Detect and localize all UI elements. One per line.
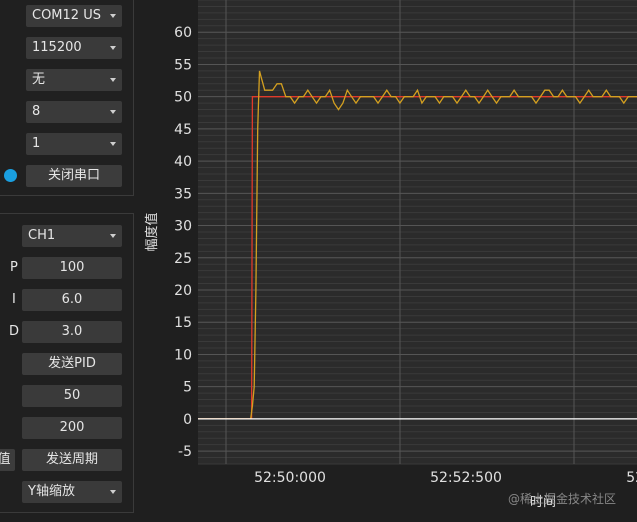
y-tick-label: 45 [174,122,192,138]
y-tick-label: 10 [174,347,192,363]
chevron-down-icon [110,490,116,494]
y-tick-label: 40 [174,154,192,170]
y-zoom-select-value: Y轴缩放 [28,484,75,499]
send-pid-button[interactable]: 发送PID [22,353,122,375]
y-tick-label: 60 [174,25,192,41]
y-tick-label: -5 [178,444,192,460]
y-tick-label: 55 [174,57,192,73]
y-tick-label: 0 [183,412,192,428]
x-tick-label: 52:5 [626,470,637,486]
y-tick-label: 35 [174,186,192,202]
p-input[interactable]: 100 [22,257,122,279]
x-tick-label: 52:50:000 [254,470,326,486]
parity-select-value: 无 [32,72,46,87]
chevron-down-icon [110,110,116,114]
send-value-button[interactable]: 值 [0,449,15,471]
databits-select-value: 8 [32,104,41,119]
amplitude-chart[interactable]: 60 55 50 45 40 35 30 25 20 15 10 5 0 -5 52:50:000 52:52… [134,0,637,522]
chart-svg: 605550454035302520151050-552:50:000 52:52… [144,0,637,486]
channel-select[interactable]: CH1 [22,225,122,247]
y-tick-label: 25 [174,251,192,267]
serial-settings-panel: COM12 US 115200 无 8 1 关闭串口 [0,0,134,196]
connection-status-indicator [4,169,17,182]
stopbits-select[interactable]: 1 [26,133,122,155]
y-tick-label: 15 [174,315,192,331]
parity-select[interactable]: 无 [26,69,122,91]
chevron-down-icon [110,78,116,82]
channel-select-value: CH1 [28,228,56,243]
i-label: I [12,292,16,307]
i-input[interactable]: 6.0 [22,289,122,311]
send-period-button[interactable]: 发送周期 [22,449,122,471]
pid-settings-panel: CH1 P 100 I 6.0 D 3.0 发送PID 50 200 值 发送周… [0,213,134,513]
stopbits-select-value: 1 [32,136,41,151]
x-tick-label: 52:52:500 [430,470,502,486]
close-port-button[interactable]: 关闭串口 [26,165,122,187]
baud-select-value: 115200 [32,40,82,55]
port-select[interactable]: COM12 US [26,5,122,27]
p-label: P [10,260,18,275]
value-input-1[interactable]: 50 [22,385,122,407]
databits-select[interactable]: 8 [26,101,122,123]
port-select-value: COM12 US [32,8,101,23]
watermark: @稀土掘金技术社区 [508,492,617,506]
chevron-down-icon [110,142,116,146]
y-tick-label: 30 [174,219,192,235]
d-input[interactable]: 3.0 [22,321,122,343]
period-input[interactable]: 200 [22,417,122,439]
y-tick-label: 20 [174,283,192,299]
y-tick-label: 5 [183,380,192,396]
y-tick-label: 50 [174,90,192,106]
chevron-down-icon [110,234,116,238]
y-zoom-select[interactable]: Y轴缩放 [22,481,122,503]
chevron-down-icon [110,14,116,18]
chevron-down-icon [110,46,116,50]
y-axis-label: 幅度值 [144,212,160,251]
d-label: D [9,324,20,339]
baud-select[interactable]: 115200 [26,37,122,59]
